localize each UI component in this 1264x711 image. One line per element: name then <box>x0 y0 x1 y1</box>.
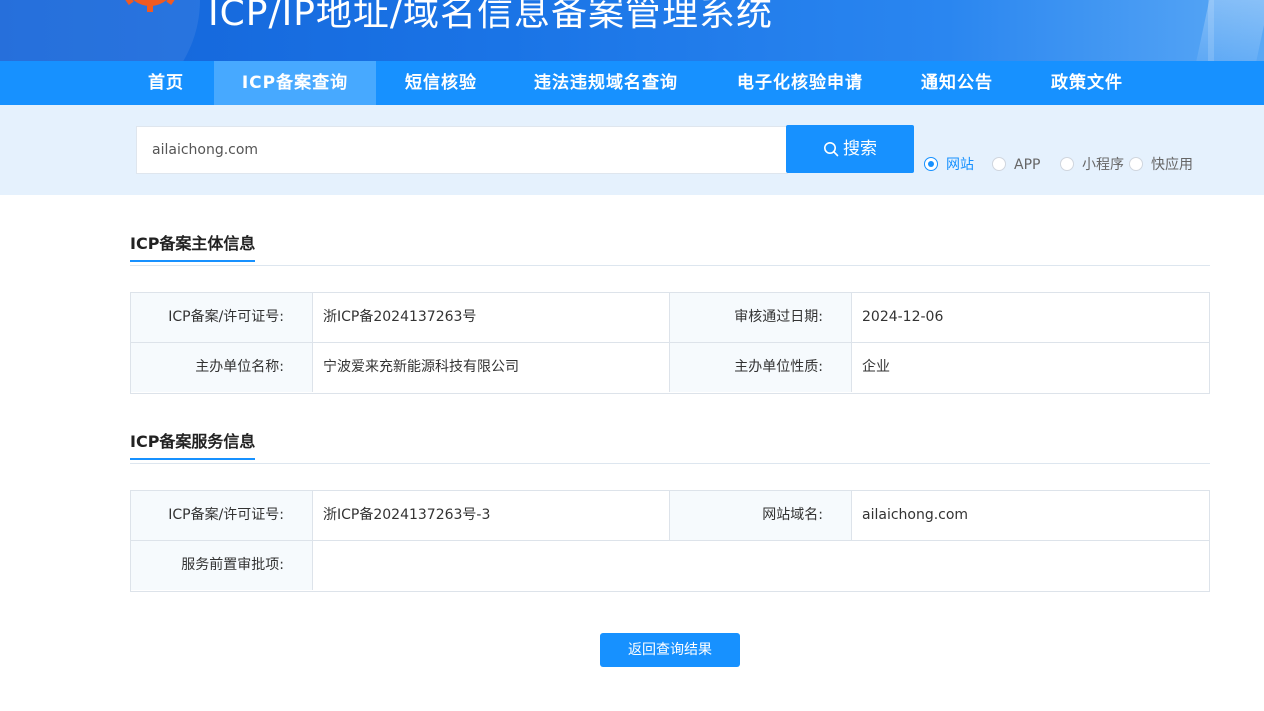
table-row: 主办单位名称: 宁波爱来充新能源科技有限公司 主办单位性质: 企业 <box>131 343 1209 393</box>
org-name-value: 宁波爱来充新能源科技有限公司 <box>312 343 669 392</box>
nav-illegal-domain-query[interactable]: 违法违规域名查询 <box>520 61 692 105</box>
banner-decoration-right <box>1194 0 1264 61</box>
nav-electronic-verify[interactable]: 电子化核验申请 <box>724 61 876 105</box>
nav-home[interactable]: 首页 <box>130 61 202 105</box>
back-to-results-button[interactable]: 返回查询结果 <box>600 633 740 667</box>
radio-mini-program[interactable]: 小程序 <box>1060 157 1124 173</box>
radio-app[interactable]: APP <box>992 157 1040 173</box>
site-title: ICP/IP地址/域名信息备案管理系统 <box>208 0 774 34</box>
license-label: ICP备案/许可证号: <box>131 293 312 342</box>
nav-notices[interactable]: 通知公告 <box>908 61 1006 105</box>
nav-policies[interactable]: 政策文件 <box>1038 61 1136 105</box>
license-value: 浙ICP备2024137263号 <box>312 293 669 342</box>
radio-website-label: 网站 <box>946 157 974 173</box>
service-section-title: ICP备案服务信息 <box>130 428 256 460</box>
main-nav: 首页 ICP备案查询 短信核验 违法违规域名查询 电子化核验申请 通知公告 政策… <box>0 61 1264 105</box>
service-section-heading: ICP备案服务信息 <box>130 428 1210 464</box>
search-icon <box>824 142 839 157</box>
table-row: 服务前置审批项: <box>131 541 1209 591</box>
pre-approval-value <box>312 541 1209 590</box>
service-license-label: ICP备案/许可证号: <box>131 491 312 540</box>
site-banner: ICP/IP地址/域名信息备案管理系统 <box>0 0 1264 61</box>
entity-info-table: ICP备案/许可证号: 浙ICP备2024137263号 审核通过日期: 202… <box>130 292 1210 394</box>
org-type-label: 主办单位性质: <box>669 343 851 392</box>
radio-dot <box>992 157 1006 171</box>
approval-date-label: 审核通过日期: <box>669 293 851 342</box>
service-license-value: 浙ICP备2024137263号-3 <box>312 491 669 540</box>
pre-approval-label: 服务前置审批项: <box>131 541 312 590</box>
radio-dot <box>1060 157 1074 171</box>
banner-decoration-line <box>1208 0 1214 61</box>
org-name-label: 主办单位名称: <box>131 343 312 392</box>
radio-website[interactable]: 网站 <box>924 157 974 173</box>
search-button[interactable]: 搜索 <box>786 125 914 173</box>
entity-section-heading: ICP备案主体信息 <box>130 230 1210 266</box>
entity-section-title: ICP备案主体信息 <box>130 230 256 262</box>
org-type-value: 企业 <box>851 343 1209 392</box>
search-button-label: 搜索 <box>843 139 877 159</box>
radio-app-label: APP <box>1014 157 1041 173</box>
search-input[interactable]: ailaichong.com <box>136 126 788 174</box>
approval-date-value: 2024-12-06 <box>851 293 1209 342</box>
nav-sms-verify[interactable]: 短信核验 <box>392 61 490 105</box>
radio-dot <box>1129 157 1143 171</box>
search-band: ailaichong.com 搜索 网站 APP 小程序 快应用 <box>0 105 1264 195</box>
domain-value: ailaichong.com <box>851 491 1209 540</box>
table-row: ICP备案/许可证号: 浙ICP备2024137263号-3 网站域名: ail… <box>131 491 1209 541</box>
nav-icp-query[interactable]: ICP备案查询 <box>214 61 376 105</box>
domain-label: 网站域名: <box>669 491 851 540</box>
service-info-table: ICP备案/许可证号: 浙ICP备2024137263号-3 网站域名: ail… <box>130 490 1210 592</box>
radio-quick-app-label: 快应用 <box>1151 157 1193 173</box>
radio-quick-app[interactable]: 快应用 <box>1129 157 1193 173</box>
radio-dot <box>924 157 938 171</box>
emblem-logo-icon <box>124 0 176 12</box>
table-row: ICP备案/许可证号: 浙ICP备2024137263号 审核通过日期: 202… <box>131 293 1209 343</box>
radio-mini-program-label: 小程序 <box>1082 157 1124 173</box>
